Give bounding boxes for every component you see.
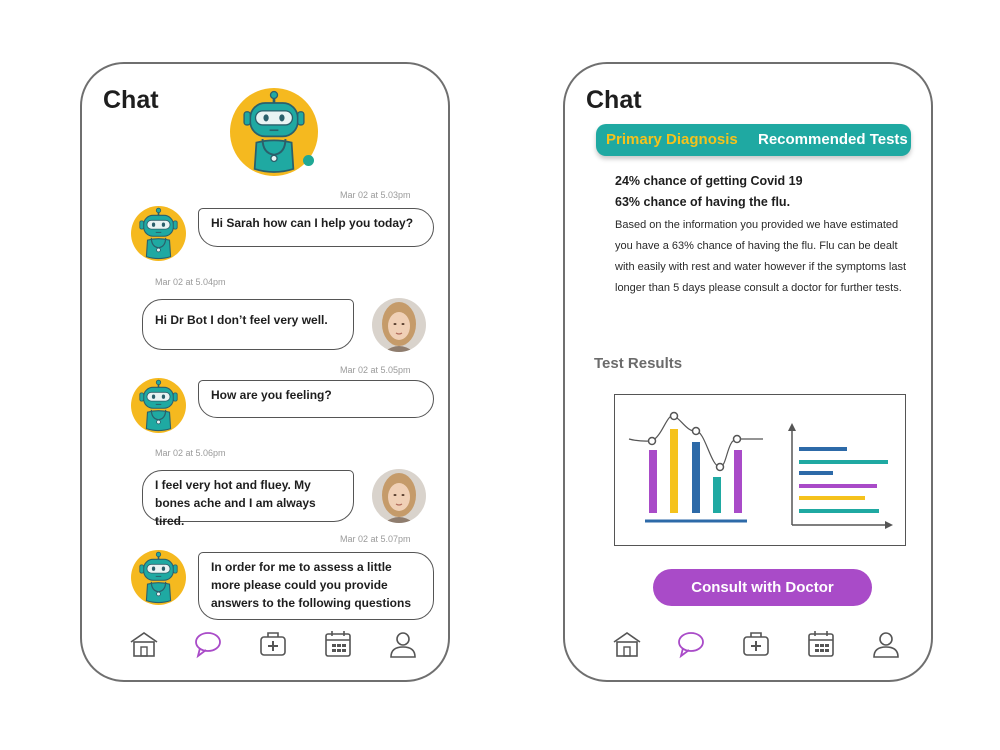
medical-kit-icon[interactable]	[740, 629, 772, 659]
message-timestamp: Mar 02 at 5.06pm	[155, 448, 226, 458]
chart-bar	[734, 450, 742, 513]
chart-hbar	[799, 496, 865, 500]
trend-point	[715, 462, 725, 472]
test-results-title: Test Results	[594, 355, 683, 372]
trend-point	[732, 434, 742, 444]
diagnosis-screen: Chat Primary Diagnosis Recommended Tests…	[563, 62, 933, 682]
online-status-dot	[303, 155, 314, 166]
diagnosis-covid-chance: 24% chance of getting Covid 19	[615, 174, 803, 188]
consult-doctor-button[interactable]: Consult with Doctor	[653, 569, 872, 606]
chat-icon[interactable]	[675, 629, 707, 659]
test-results-chart	[614, 394, 906, 546]
bot-message: In order for me to assess a little more …	[198, 552, 434, 620]
bot-avatar	[131, 206, 186, 261]
user-avatar	[372, 469, 426, 523]
profile-icon[interactable]	[387, 629, 419, 659]
message-timestamp: Mar 02 at 5.07pm	[340, 534, 411, 544]
user-message: I feel very hot and fluey. My bones ache…	[142, 470, 354, 528]
profile-icon[interactable]	[870, 629, 902, 659]
user-avatar	[372, 298, 426, 352]
bot-avatar	[131, 550, 186, 605]
bot-message: Hi Sarah how can I help you today?	[198, 208, 434, 247]
medical-kit-icon[interactable]	[257, 629, 289, 659]
bot-message: How are you feeling?	[198, 380, 434, 418]
chart-illustration	[628, 411, 893, 529]
tab-primary-diagnosis[interactable]: Primary Diagnosis	[606, 124, 738, 156]
bottom-nav	[82, 629, 448, 661]
chat-screen: Chat Mar 02 at 5.03pm Hi Sarah how can I…	[80, 62, 450, 682]
chart-bar	[692, 442, 700, 513]
bot-avatar	[131, 378, 186, 433]
chat-icon[interactable]	[192, 629, 224, 659]
diagnosis-tabs: Primary Diagnosis Recommended Tests	[596, 124, 911, 156]
chart-bar	[670, 429, 678, 513]
home-icon[interactable]	[128, 629, 160, 659]
message-timestamp: Mar 02 at 5.05pm	[340, 365, 411, 375]
chart-axis-arrow	[788, 423, 796, 431]
user-message: Hi Dr Bot I don’t feel very well.	[142, 299, 354, 350]
trend-point	[691, 426, 701, 436]
message-timestamp: Mar 02 at 5.03pm	[340, 190, 411, 200]
bottom-nav	[565, 629, 931, 661]
chart-hbar	[799, 484, 877, 488]
diagnosis-explanation: Based on the information you provided we…	[615, 219, 907, 294]
chart-hbar	[799, 447, 847, 451]
trend-point	[669, 411, 679, 421]
calendar-icon[interactable]	[805, 629, 837, 659]
chart-axis-arrow	[885, 521, 893, 529]
diagnosis-flu-chance: 63% chance of having the flu.	[615, 195, 791, 209]
chart-bar	[649, 450, 657, 513]
home-icon[interactable]	[611, 629, 643, 659]
chart-hbar	[799, 471, 833, 475]
page-title: Chat	[586, 86, 642, 114]
calendar-icon[interactable]	[322, 629, 354, 659]
trend-point	[647, 436, 657, 446]
chart-bar	[713, 477, 721, 513]
chart-hbar	[799, 460, 888, 464]
chart-hbar	[799, 509, 879, 513]
message-timestamp: Mar 02 at 5.04pm	[155, 277, 226, 287]
tab-recommended-tests[interactable]: Recommended Tests	[758, 124, 908, 156]
page-title: Chat	[103, 86, 159, 114]
